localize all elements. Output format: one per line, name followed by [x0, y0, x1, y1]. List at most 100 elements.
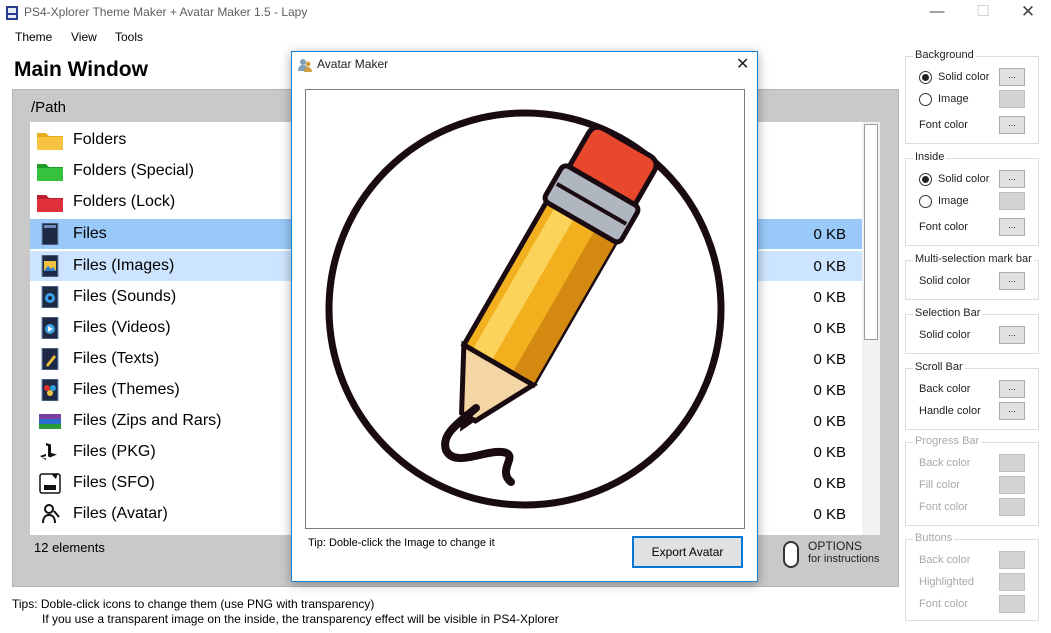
- progress-fill-label: Fill color: [919, 479, 960, 491]
- folder-red-icon[interactable]: [36, 191, 64, 213]
- progress-back-label: Back color: [919, 457, 971, 469]
- menu-theme[interactable]: Theme: [15, 30, 52, 44]
- app-icon: [6, 6, 18, 20]
- sfo-file-icon[interactable]: [36, 472, 64, 494]
- background-font-color-label: Font color: [919, 119, 968, 131]
- tip-line-1: Tips: Doble-click icons to change them (…: [12, 597, 375, 611]
- progress-font-color-button[interactable]: ...: [999, 498, 1025, 516]
- background-image-radio[interactable]: [919, 93, 932, 106]
- group-inside: Inside Solid color ... Image ... Font co…: [905, 151, 1039, 246]
- background-solid-radio[interactable]: [919, 71, 932, 84]
- inside-solid-radio[interactable]: [919, 173, 932, 186]
- list-item-label: Folders (Special): [73, 162, 194, 179]
- background-image-label: Image: [938, 93, 969, 105]
- group-background: Background Solid color ... Image ... Fon…: [905, 49, 1039, 144]
- list-item-size: 0 KB: [813, 413, 846, 430]
- sound-file-icon[interactable]: [36, 286, 64, 308]
- group-title: Background: [913, 49, 976, 61]
- dialog-close-button[interactable]: ✕: [736, 54, 749, 74]
- background-solid-color-button[interactable]: ...: [999, 68, 1025, 86]
- dialog-tip: Tip: Doble-click the Image to change it: [308, 537, 495, 549]
- list-item-label: Files (Sounds): [73, 288, 177, 305]
- scroll-handle-color-button[interactable]: ...: [999, 402, 1025, 420]
- group-scroll-bar: Scroll Bar Back color ... Handle color .…: [905, 361, 1039, 430]
- window-title: PS4-Xplorer Theme Maker + Avatar Maker 1…: [24, 5, 308, 19]
- buttons-highlighted-color-button[interactable]: ...: [999, 573, 1025, 591]
- list-item-size: 0 KB: [813, 506, 846, 523]
- inside-image-button[interactable]: ...: [999, 192, 1025, 210]
- pencil-avatar-image: [325, 109, 725, 509]
- list-item-label: Files (SFO): [73, 474, 155, 491]
- group-selection-bar: Selection Bar Solid color ...: [905, 307, 1039, 354]
- title-bar: PS4-Xplorer Theme Maker + Avatar Maker 1…: [0, 0, 1051, 26]
- inside-image-radio[interactable]: [919, 195, 932, 208]
- list-item-label: Files (Zips and Rars): [73, 412, 222, 429]
- progress-fill-color-button[interactable]: ...: [999, 476, 1025, 494]
- page-title: Main Window: [14, 58, 148, 81]
- list-item-size: 0 KB: [813, 320, 846, 337]
- list-item-label: Files (Avatar): [73, 505, 168, 522]
- image-file-icon[interactable]: [36, 255, 64, 277]
- minimize-button[interactable]: —: [914, 0, 960, 26]
- avatar-file-icon[interactable]: [36, 503, 64, 525]
- list-item-label: Folders: [73, 131, 127, 148]
- list-item-label: Files (PKG): [73, 443, 156, 460]
- list-item-size: 0 KB: [813, 475, 846, 492]
- inside-solid-color-button[interactable]: ...: [999, 170, 1025, 188]
- options-label[interactable]: OPTIONS for instructions: [808, 540, 880, 566]
- group-title: Progress Bar: [913, 435, 982, 447]
- multiselection-color-button[interactable]: ...: [999, 272, 1025, 290]
- list-item-label: Folders (Lock): [73, 193, 176, 210]
- path-label: /Path: [31, 99, 67, 116]
- list-item-label: Files: [73, 225, 107, 242]
- group-multiselection: Multi-selection mark bar Solid color ...: [905, 253, 1039, 300]
- avatar-maker-icon: [298, 59, 312, 72]
- list-item-size: 0 KB: [813, 289, 846, 306]
- list-item-label: Files (Videos): [73, 319, 171, 336]
- scroll-back-label: Back color: [919, 383, 971, 395]
- list-item-label: Files (Images): [73, 257, 175, 274]
- playstation-icon[interactable]: [36, 441, 64, 463]
- group-buttons: Buttons Back color ... Highlighted ... F…: [905, 532, 1039, 621]
- scroll-back-color-button[interactable]: ...: [999, 380, 1025, 398]
- folder-green-icon[interactable]: [36, 160, 64, 182]
- file-icon[interactable]: [36, 223, 64, 245]
- maximize-button[interactable]: ☐: [960, 0, 1006, 26]
- inside-font-color-button[interactable]: ...: [999, 218, 1025, 236]
- options-toggle[interactable]: [783, 541, 799, 568]
- group-title: Inside: [913, 151, 947, 163]
- archive-file-icon[interactable]: [36, 410, 64, 432]
- close-button[interactable]: ✕: [1005, 0, 1051, 26]
- inside-font-color-label: Font color: [919, 221, 968, 233]
- progress-font-label: Font color: [919, 501, 968, 513]
- avatar-maker-dialog: Avatar Maker ✕ Tip: Doble-click the Imag…: [291, 51, 758, 582]
- background-font-color-button[interactable]: ...: [999, 116, 1025, 134]
- scrollbar-handle[interactable]: [864, 124, 878, 340]
- progress-back-color-button[interactable]: ...: [999, 454, 1025, 472]
- avatar-image[interactable]: [305, 89, 745, 529]
- buttons-font-color-button[interactable]: ...: [999, 595, 1025, 613]
- options-title: OPTIONS: [808, 539, 863, 553]
- menu-view[interactable]: View: [71, 30, 97, 44]
- theme-file-icon[interactable]: [36, 379, 64, 401]
- folder-yellow-icon[interactable]: [36, 129, 64, 151]
- buttons-highlighted-label: Highlighted: [919, 576, 975, 588]
- menu-tools[interactable]: Tools: [115, 30, 143, 44]
- options-subtitle: for instructions: [808, 553, 880, 565]
- inside-solid-label: Solid color: [938, 173, 990, 185]
- video-file-icon[interactable]: [36, 317, 64, 339]
- export-avatar-button[interactable]: Export Avatar: [632, 536, 743, 568]
- list-item-label: Files (Texts): [73, 350, 160, 367]
- group-title: Scroll Bar: [913, 361, 965, 373]
- list-item-size: 0 KB: [813, 382, 846, 399]
- inside-image-label: Image: [938, 195, 969, 207]
- background-image-button[interactable]: ...: [999, 90, 1025, 108]
- buttons-back-color-button[interactable]: ...: [999, 551, 1025, 569]
- group-title: Buttons: [913, 532, 955, 544]
- selection-color-button[interactable]: ...: [999, 326, 1025, 344]
- group-title: Multi-selection mark bar: [913, 253, 1034, 265]
- text-file-icon[interactable]: [36, 348, 64, 370]
- dialog-title: Avatar Maker: [317, 57, 389, 71]
- group-progress-bar: Progress Bar Back color ... Fill color .…: [905, 435, 1039, 526]
- buttons-back-label: Back color: [919, 554, 971, 566]
